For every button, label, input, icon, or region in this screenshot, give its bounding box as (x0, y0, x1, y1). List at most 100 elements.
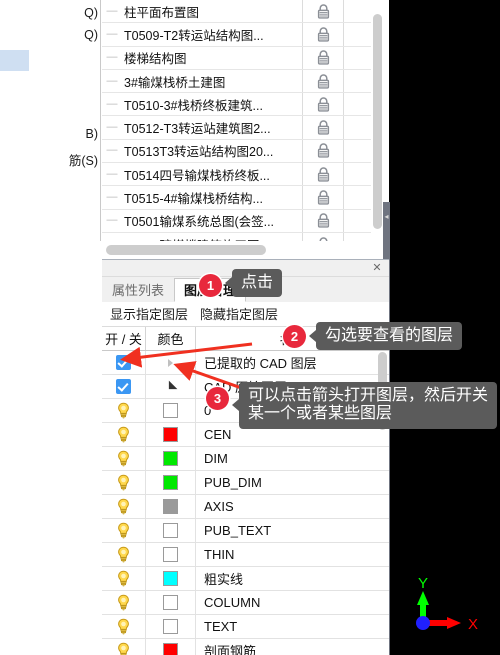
layer-name[interactable]: PUB_TEXT (196, 519, 389, 542)
lightbulb-icon[interactable] (116, 642, 131, 655)
file-name[interactable]: T0512-T3转运站建筑图2... (122, 118, 302, 137)
file-name[interactable]: T0515-4#输煤栈桥结构... (122, 188, 302, 207)
color-swatch[interactable] (163, 619, 178, 634)
layer-checkbox[interactable] (102, 375, 146, 398)
layer-name[interactable]: 剖面钢筋 (196, 639, 389, 655)
lock-cell[interactable] (302, 46, 344, 69)
file-list-row[interactable]: — T0512-T3转运站建筑图2... (102, 116, 389, 140)
lightbulb-icon[interactable] (116, 474, 131, 491)
color-swatch[interactable] (163, 499, 178, 514)
menu-item-fragment-1[interactable]: Q) (84, 6, 98, 20)
layer-row[interactable]: 已提取的 CAD 图层 (102, 351, 389, 375)
color-swatch[interactable] (163, 571, 178, 586)
menu-item-fragment-4[interactable]: 筋(S) (69, 150, 98, 169)
layer-name[interactable]: AXIS (196, 495, 389, 518)
file-name[interactable]: T0509-T2转运站结构图... (122, 25, 302, 44)
lightbulb-icon[interactable] (116, 570, 131, 587)
file-name[interactable]: 3#输煤栈桥土建图 (122, 72, 302, 91)
layer-name[interactable]: PUB_DIM (196, 471, 389, 494)
layer-visibility-toggle[interactable] (102, 447, 146, 470)
layer-visibility-toggle[interactable] (102, 495, 146, 518)
file-list-row[interactable]: — T0514四号输煤栈桥终板... (102, 163, 389, 187)
layer-visibility-toggle[interactable] (102, 471, 146, 494)
layer-visibility-toggle[interactable] (102, 399, 146, 422)
layer-row[interactable]: AXIS (102, 495, 389, 519)
lightbulb-icon[interactable] (116, 522, 131, 539)
file-name[interactable]: T0514四号输煤栈桥终板... (122, 165, 302, 184)
chevron-down-icon[interactable] (164, 380, 177, 393)
hide-specified-layers-button[interactable]: 隐藏指定图层 (194, 302, 284, 327)
file-list-row[interactable]: — T0510-3#栈桥终板建筑... (102, 93, 389, 117)
layer-name[interactable]: TEXT (196, 615, 389, 638)
layer-visibility-toggle[interactable] (102, 591, 146, 614)
file-list-row[interactable]: — 柱平面布置图 (102, 0, 389, 24)
lock-cell[interactable] (302, 116, 344, 139)
file-name[interactable]: 柱平面布置图 (122, 2, 302, 21)
lock-cell[interactable] (302, 139, 344, 163)
lightbulb-icon[interactable] (116, 402, 131, 419)
file-list-row[interactable]: — 楼梯结构图 (102, 46, 389, 70)
file-list-row[interactable]: — T0513T3转运站结构图20... (102, 139, 389, 164)
lock-cell[interactable] (302, 0, 344, 23)
layer-visibility-toggle[interactable] (102, 519, 146, 542)
layer-table[interactable]: 开 / 关颜色名称已提取的 CAD 图层CAD 原始图层0CENDIMPUB_D… (102, 327, 389, 655)
file-list-row[interactable]: — 3#输煤栈桥土建图 (102, 69, 389, 94)
lock-cell[interactable] (302, 232, 344, 241)
layer-name[interactable]: THIN (196, 543, 389, 566)
color-swatch[interactable] (163, 595, 178, 610)
layer-name[interactable]: 已提取的 CAD 图层 (196, 351, 389, 374)
layer-color-cell[interactable] (146, 639, 196, 655)
layer-row[interactable]: DIM (102, 447, 389, 471)
lightbulb-icon[interactable] (116, 618, 131, 635)
layer-color-cell[interactable] (146, 351, 196, 374)
lock-cell[interactable] (302, 93, 344, 116)
layer-color-cell[interactable] (146, 543, 196, 566)
layer-color-cell[interactable] (146, 615, 196, 638)
layer-row[interactable]: TEXT (102, 615, 389, 639)
lightbulb-icon[interactable] (116, 450, 131, 467)
layer-color-cell[interactable] (146, 375, 196, 398)
show-specified-layers-button[interactable]: 显示指定图层 (104, 302, 194, 327)
layer-name[interactable]: COLUMN (196, 591, 389, 614)
file-list-row[interactable]: —T0516碎煤楼建筑施工图... (102, 232, 389, 241)
lightbulb-icon[interactable] (116, 594, 131, 611)
layer-color-cell[interactable] (146, 495, 196, 518)
color-swatch[interactable] (163, 547, 178, 562)
layer-color-cell[interactable] (146, 423, 196, 446)
layer-visibility-toggle[interactable] (102, 423, 146, 446)
file-name[interactable]: T0501输煤系统总图(会签... (122, 211, 302, 230)
lightbulb-icon[interactable] (116, 498, 131, 515)
lock-cell[interactable] (302, 23, 344, 46)
chevron-right-icon[interactable] (168, 358, 173, 367)
color-swatch[interactable] (163, 427, 178, 442)
close-icon[interactable]: ✕ (370, 261, 384, 275)
checkbox-checked-icon[interactable] (116, 379, 131, 394)
drawing-file-list[interactable]: — 柱平面布置图 — T0509-T2转运站结构图... — 楼梯结构图 — 3#输煤栈桥土建… (102, 0, 389, 241)
color-swatch[interactable] (163, 475, 178, 490)
file-list-horizontal-scrollbar[interactable] (102, 242, 389, 258)
layer-color-cell[interactable] (146, 519, 196, 542)
layer-visibility-toggle[interactable] (102, 615, 146, 638)
file-name[interactable]: T0510-3#栈桥终板建筑... (122, 95, 302, 114)
layer-row[interactable]: COLUMN (102, 591, 389, 615)
menu-item-fragment-2[interactable]: Q) (84, 28, 98, 42)
menu-highlight-row[interactable] (0, 50, 29, 71)
layer-row[interactable]: THIN (102, 543, 389, 567)
layer-visibility-toggle[interactable] (102, 567, 146, 590)
color-swatch[interactable] (163, 643, 178, 655)
layer-color-cell[interactable] (146, 447, 196, 470)
color-swatch[interactable] (163, 403, 178, 418)
layer-color-cell[interactable] (146, 471, 196, 494)
lightbulb-icon[interactable] (116, 426, 131, 443)
layer-color-cell[interactable] (146, 567, 196, 590)
file-name[interactable]: 楼梯结构图 (122, 48, 302, 67)
layer-row[interactable]: 粗实线 (102, 567, 389, 591)
layer-color-cell[interactable] (146, 591, 196, 614)
layer-checkbox[interactable] (102, 351, 146, 374)
lightbulb-icon[interactable] (116, 546, 131, 563)
layer-row[interactable]: PUB_TEXT (102, 519, 389, 543)
menu-item-fragment-3[interactable]: B) (86, 127, 99, 141)
layer-visibility-toggle[interactable] (102, 543, 146, 566)
layer-name[interactable]: 粗实线 (196, 567, 389, 590)
lock-cell[interactable] (302, 209, 344, 232)
